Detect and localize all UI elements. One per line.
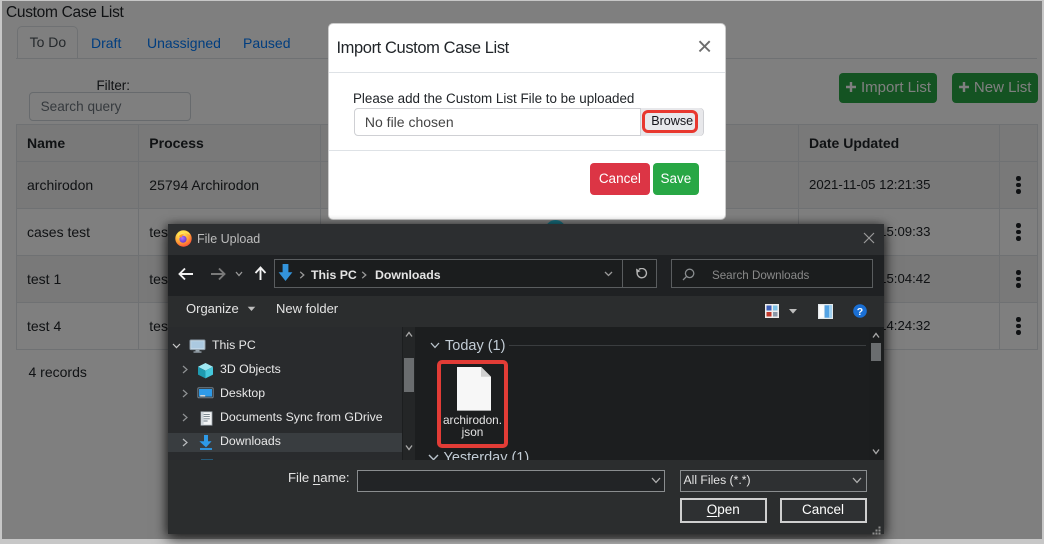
svg-text:?: ?	[857, 305, 863, 317]
